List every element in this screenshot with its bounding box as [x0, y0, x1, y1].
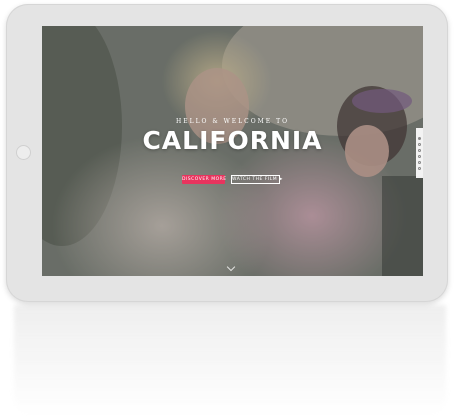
- watch-film-button[interactable]: WATCH THE FILM ▶: [231, 175, 282, 184]
- device-reflection: [14, 305, 446, 415]
- hero-subtitle: HELLO & WELCOME TO: [175, 118, 290, 125]
- discover-more-button[interactable]: DISCOVER MORE: [182, 175, 226, 184]
- slide-dot[interactable]: [418, 142, 421, 146]
- tablet-screen: HELLO & WELCOME TO CALIFORNIA DISCOVER M…: [42, 26, 423, 276]
- home-button[interactable]: [16, 145, 31, 160]
- slide-dot[interactable]: [418, 154, 421, 158]
- slide-nav: [416, 128, 423, 178]
- slide-dot[interactable]: [418, 148, 421, 152]
- hero-title: CALIFORNIA: [142, 126, 323, 155]
- slide-dot[interactable]: [418, 160, 421, 164]
- slide-dot[interactable]: [418, 136, 421, 140]
- slide-dot[interactable]: [418, 166, 421, 170]
